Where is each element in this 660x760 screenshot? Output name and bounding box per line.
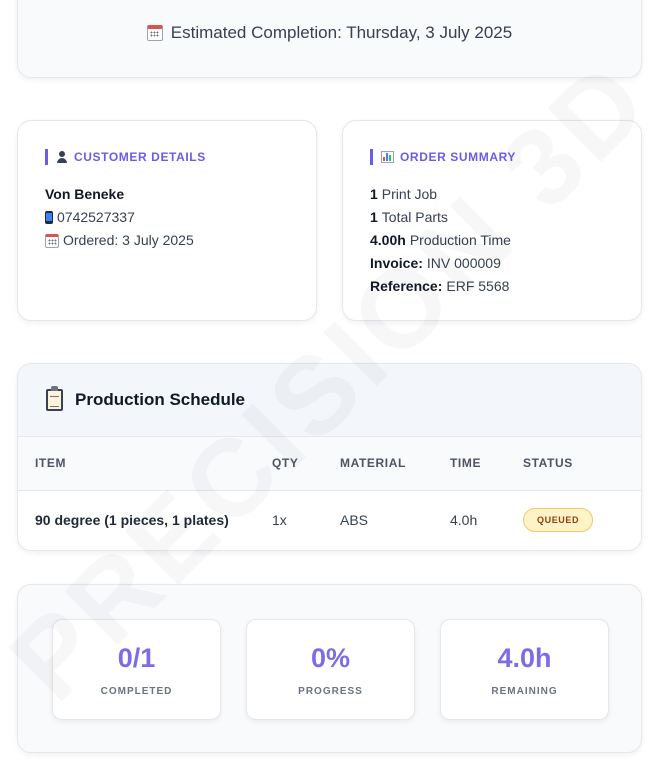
customer-details-title: CUSTOMER DETAILS [74, 150, 206, 164]
completion-text-row: Estimated Completion: Thursday, 3 July 2… [146, 23, 513, 43]
column-header-item: ITEM [35, 456, 67, 471]
clipboard-icon [46, 386, 63, 411]
table-header-row: ITEM QTY MATERIAL TIME STATUS [18, 437, 641, 490]
stat-completed-value: 0/1 [117, 643, 156, 673]
stat-remaining-value: 4.0h [497, 643, 552, 673]
completion-banner: Estimated Completion: Thursday, 3 July 2… [17, 0, 642, 78]
print-jobs-label: Print Job [381, 186, 438, 202]
stat-remaining: 4.0h REMAINING [440, 619, 609, 720]
customer-details-card: CUSTOMER DETAILS Von Beneke 0742527337 O… [17, 120, 317, 321]
order-date-row: Ordered: 3 July 2025 [45, 229, 289, 252]
stat-progress-label: PROGRESS [298, 686, 363, 697]
invoice-value: INV 000009 [426, 255, 501, 271]
column-header-qty: QTY [272, 456, 299, 471]
cell-qty: 1x [272, 512, 287, 529]
reference-row: Reference: ERF 5568 [370, 275, 614, 298]
customer-name-row: Von Beneke [45, 183, 289, 206]
production-schedule-title: Production Schedule [75, 390, 246, 409]
stat-completed-label: COMPLETED [100, 686, 173, 697]
customer-phone: 0742527337 [57, 209, 135, 225]
customer-details-heading: CUSTOMER DETAILS [45, 149, 289, 165]
order-summary-heading: ORDER SUMMARY [370, 149, 614, 165]
cell-material: ABS [340, 512, 369, 529]
order-summary-title: ORDER SUMMARY [400, 150, 517, 164]
production-schedule-header: Production Schedule [18, 364, 641, 437]
total-parts-label: Total Parts [381, 209, 448, 225]
table-row[interactable]: 90 degree (1 pieces, 1 plates) 1x ABS 4.… [18, 490, 641, 550]
order-date: Ordered: 3 July 2025 [63, 232, 194, 248]
production-schedule-card: Production Schedule ITEM QTY MATERIAL TI… [17, 363, 642, 551]
customer-name: Von Beneke [45, 186, 125, 202]
column-header-material: MATERIAL [340, 456, 406, 471]
estimated-completion-text: Estimated Completion: Thursday, 3 July 2… [170, 23, 513, 42]
person-icon [56, 151, 68, 163]
stat-progress-value: 0% [310, 643, 351, 673]
mobile-phone-icon [45, 211, 53, 224]
production-time-label: Production Time [409, 232, 511, 248]
calendar-icon [45, 233, 59, 248]
column-header-time: TIME [450, 456, 482, 471]
production-time-value: 4.00h [370, 232, 406, 248]
production-time-row: 4.00h Production Time [370, 229, 614, 252]
column-header-status: STATUS [523, 456, 573, 471]
production-schedule-table: ITEM QTY MATERIAL TIME STATUS 90 degree … [18, 437, 641, 550]
total-parts-count: 1 [370, 209, 378, 225]
reference-label: Reference: [370, 278, 443, 294]
stat-completed: 0/1 COMPLETED [52, 619, 221, 720]
cell-status: QUEUED [523, 490, 641, 550]
status-badge: QUEUED [523, 508, 594, 533]
print-jobs-row: 1 Print Job [370, 183, 614, 206]
customer-phone-row: 0742527337 [45, 206, 289, 229]
cell-time: 4.0h [450, 512, 478, 529]
bar-chart-icon [381, 151, 394, 163]
invoice-label: Invoice: [370, 255, 423, 271]
invoice-row: Invoice: INV 000009 [370, 252, 614, 275]
total-parts-row: 1 Total Parts [370, 206, 614, 229]
reference-value: ERF 5568 [446, 278, 510, 294]
stat-remaining-label: REMAINING [491, 686, 558, 697]
order-summary-card: ORDER SUMMARY 1 Print Job 1 Total Parts … [342, 120, 642, 321]
print-jobs-count: 1 [370, 186, 378, 202]
progress-stats-card: 0/1 COMPLETED 0% PROGRESS 4.0h REMAINING [17, 584, 642, 753]
cell-item: 90 degree (1 pieces, 1 plates) [35, 512, 229, 529]
calendar-icon [146, 25, 163, 41]
stat-progress: 0% PROGRESS [246, 619, 415, 720]
